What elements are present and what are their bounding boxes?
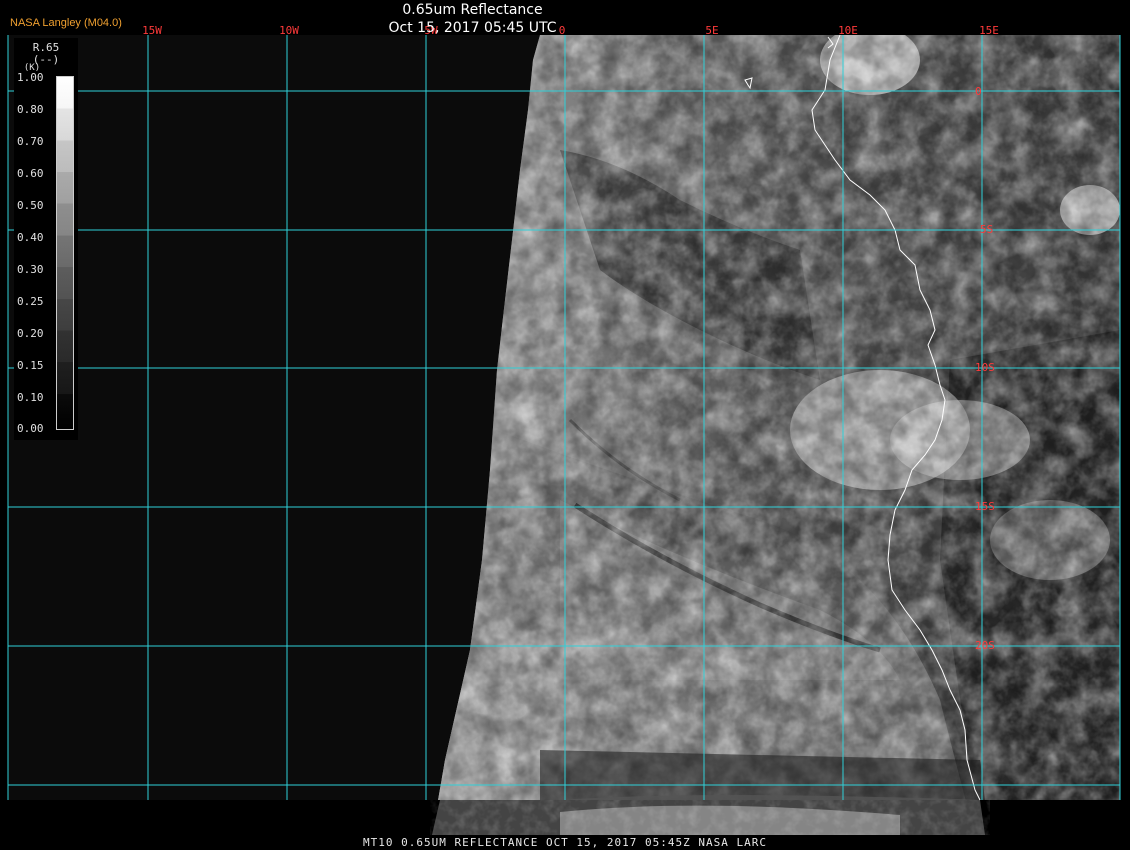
legend-level: 0.00 xyxy=(17,422,44,435)
legend-level: 0.20 xyxy=(17,327,44,340)
legend-level: 0.50 xyxy=(17,199,44,212)
legend-level: 0.10 xyxy=(17,391,44,404)
legend-level: 0.30 xyxy=(17,263,44,276)
image-timestamp: Oct 15, 2017 05:45 UTC xyxy=(388,20,557,36)
lat-label-10s: 10S xyxy=(975,361,995,374)
earth-disk xyxy=(432,35,1120,835)
satellite-image-map: 15W 10W 5W 0 5E 10E 15E 0 5S 10S 15S 20S xyxy=(0,0,1130,850)
legend-level: 0.40 xyxy=(17,231,44,244)
legend-level: 0.60 xyxy=(17,167,44,180)
image-title: 0.65um Reflectance xyxy=(402,2,543,18)
footer-caption: MT10 0.65UM REFLECTANCE OCT 15, 2017 05:… xyxy=(0,835,1130,850)
color-legend: R.65 (--) (K) 1.00 0.80 0.70 0.60 0.50 0… xyxy=(14,38,78,440)
legend-level: 0.25 xyxy=(17,295,44,308)
lat-label-15s: 15S xyxy=(975,500,995,513)
legend-colorbar xyxy=(56,76,74,430)
lat-label-0: 0 xyxy=(975,85,982,98)
brand-label: NASA Langley (M04.0) xyxy=(10,17,122,29)
legend-level: 0.80 xyxy=(17,103,44,116)
lat-label-20s: 20S xyxy=(975,639,995,652)
legend-level: 0.70 xyxy=(17,135,44,148)
legend-level: 0.15 xyxy=(17,359,44,372)
lat-label-5s: 5S xyxy=(980,223,993,236)
lon-label-15e: 15E xyxy=(979,24,999,37)
legend-level: 1.00 xyxy=(17,71,44,84)
